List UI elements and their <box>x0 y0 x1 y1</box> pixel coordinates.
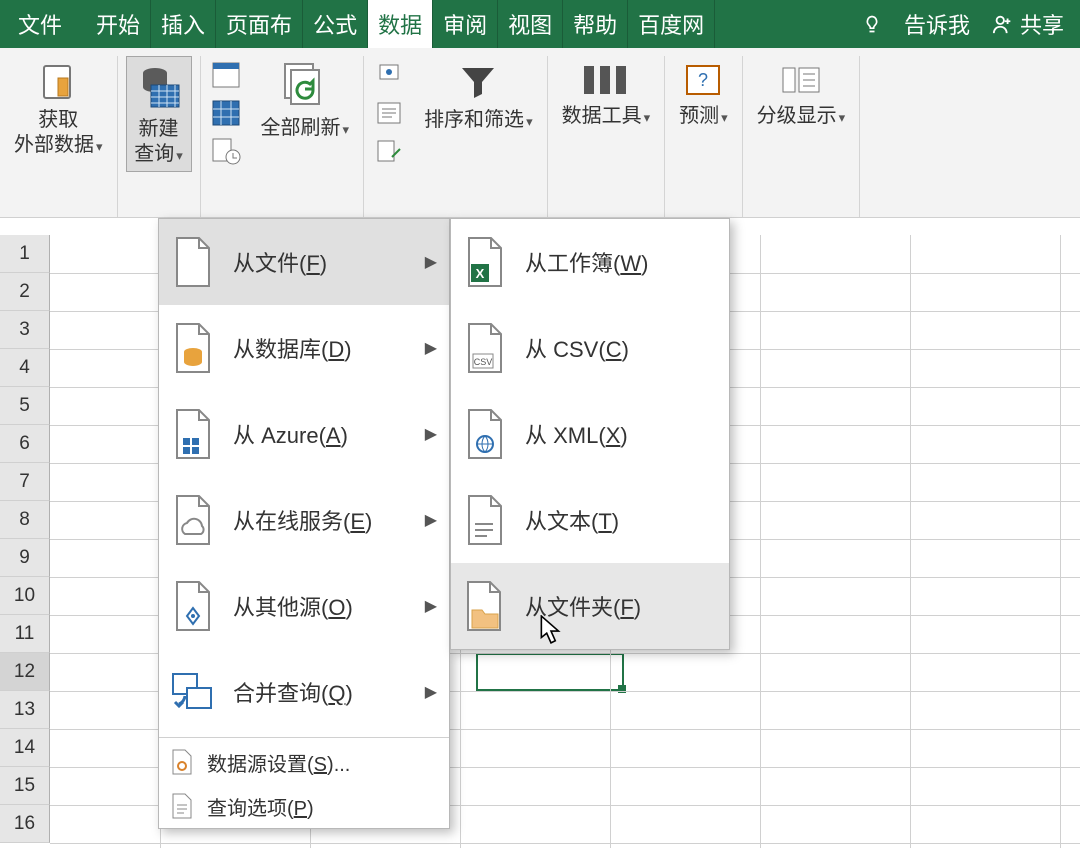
selected-cell[interactable] <box>476 653 624 691</box>
outline-icon <box>777 60 825 100</box>
tab-data[interactable]: 数据 <box>368 0 433 48</box>
file-azure-icon <box>169 406 217 462</box>
submenu-from-text[interactable]: 从文本(T) <box>451 477 729 563</box>
submenu-from-xml[interactable]: 从 XML(X) <box>451 391 729 477</box>
file-csv-icon: CSV <box>461 320 509 376</box>
recent-sources-icon[interactable] <box>209 134 243 168</box>
show-queries-icon[interactable] <box>209 58 243 92</box>
refresh-all-icon <box>279 60 331 112</box>
tab-formulas[interactable]: 公式 <box>303 0 368 48</box>
data-tools-icon <box>580 60 632 100</box>
row-header[interactable]: 10 <box>0 577 50 615</box>
row-header[interactable]: 16 <box>0 805 50 843</box>
refresh-all-button[interactable]: 全部刷新 <box>255 56 356 145</box>
file-folder-icon <box>461 578 509 634</box>
row-header[interactable]: 1 <box>0 235 50 273</box>
new-query-icon <box>133 61 185 113</box>
tab-file[interactable]: 文件 <box>0 0 86 48</box>
get-external-data-button[interactable]: 获取外部数据 <box>8 56 109 162</box>
file-cloud-icon <box>169 492 217 548</box>
row-header[interactable]: 8 <box>0 501 50 539</box>
menu-from-database[interactable]: 从数据库(D) ▶ <box>159 305 449 391</box>
row-header[interactable]: 3 <box>0 311 50 349</box>
forecast-icon: ? <box>681 60 725 100</box>
from-file-submenu: X 从工作簿(W) CSV 从 CSV(C) 从 XML(X) 从文本(T) 从… <box>450 218 730 650</box>
menu-from-other[interactable]: 从其他源(O) ▶ <box>159 563 449 649</box>
share-icon <box>992 13 1014 35</box>
tab-insert[interactable]: 插入 <box>151 0 216 48</box>
data-tools-button[interactable]: 数据工具 <box>556 56 657 133</box>
settings-doc-icon <box>169 748 195 776</box>
row-header[interactable]: 11 <box>0 615 50 653</box>
row-header[interactable]: 6 <box>0 425 50 463</box>
row-header[interactable]: 15 <box>0 767 50 805</box>
connections-icon[interactable] <box>372 58 406 92</box>
properties-icon[interactable] <box>372 96 406 130</box>
menubar: 文件 开始 插入 页面布 公式 数据 审阅 视图 帮助 百度网 告诉我 共享 <box>0 0 1080 48</box>
file-text-icon <box>461 492 509 548</box>
sort-filter-button[interactable]: 排序和筛选 <box>418 56 539 137</box>
svg-text:?: ? <box>698 70 708 90</box>
tab-review[interactable]: 审阅 <box>433 0 498 48</box>
tab-baidu[interactable]: 百度网 <box>628 0 715 48</box>
file-xml-icon <box>461 406 509 462</box>
outline-button[interactable]: 分级显示 <box>751 56 852 133</box>
file-blank-icon <box>169 234 217 290</box>
bulb-icon <box>862 14 882 34</box>
tab-help[interactable]: 帮助 <box>563 0 628 48</box>
row-header[interactable]: 9 <box>0 539 50 577</box>
menu-from-azure[interactable]: 从 Azure(A) ▶ <box>159 391 449 477</box>
tell-me[interactable]: 告诉我 <box>904 8 970 40</box>
menu-from-online[interactable]: 从在线服务(E) ▶ <box>159 477 449 563</box>
submenu-from-csv[interactable]: CSV 从 CSV(C) <box>451 305 729 391</box>
row-header[interactable]: 12 <box>0 653 50 691</box>
ribbon: 获取外部数据 新建查询 全部刷新 排序和筛选 <box>0 48 1080 218</box>
row-header[interactable]: 2 <box>0 273 50 311</box>
tab-page-layout[interactable]: 页面布 <box>216 0 303 48</box>
row-header[interactable]: 7 <box>0 463 50 501</box>
menu-combine[interactable]: 合并查询(Q) ▶ <box>159 649 449 735</box>
file-other-icon <box>169 578 217 634</box>
row-header[interactable]: 4 <box>0 349 50 387</box>
tab-home[interactable]: 开始 <box>86 0 151 48</box>
row-header[interactable]: 14 <box>0 729 50 767</box>
file-database-icon <box>169 320 217 376</box>
options-doc-icon <box>169 792 195 820</box>
share-button[interactable]: 共享 <box>992 8 1064 40</box>
submenu-from-folder[interactable]: 从文件夹(F) <box>451 563 729 649</box>
from-table-icon[interactable] <box>209 96 243 130</box>
funnel-icon <box>456 60 500 104</box>
forecast-button[interactable]: ? 预测 <box>673 56 734 133</box>
row-headers: 1 2 3 4 5 6 7 8 9 10 11 12 13 14 15 16 <box>0 235 50 848</box>
menu-query-options[interactable]: 查询选项(P) <box>159 784 449 828</box>
tab-view[interactable]: 视图 <box>498 0 563 48</box>
edit-links-icon[interactable] <box>372 134 406 168</box>
row-header[interactable]: 13 <box>0 691 50 729</box>
menu-data-source-settings[interactable]: 数据源设置(S)... <box>159 740 449 784</box>
row-header[interactable]: 5 <box>0 387 50 425</box>
new-query-button[interactable]: 新建查询 <box>126 56 192 172</box>
file-excel-icon: X <box>461 234 509 290</box>
svg-text:CSV: CSV <box>474 357 493 367</box>
get-external-icon <box>36 60 80 104</box>
new-query-menu: 从文件(F) ▶ 从数据库(D) ▶ 从 Azure(A) ▶ 从在线服务(E)… <box>158 218 450 829</box>
menu-from-file[interactable]: 从文件(F) ▶ <box>159 219 449 305</box>
combine-icon <box>169 664 217 720</box>
share-label: 共享 <box>1020 8 1064 40</box>
submenu-from-workbook[interactable]: X 从工作簿(W) <box>451 219 729 305</box>
svg-text:X: X <box>476 266 485 281</box>
